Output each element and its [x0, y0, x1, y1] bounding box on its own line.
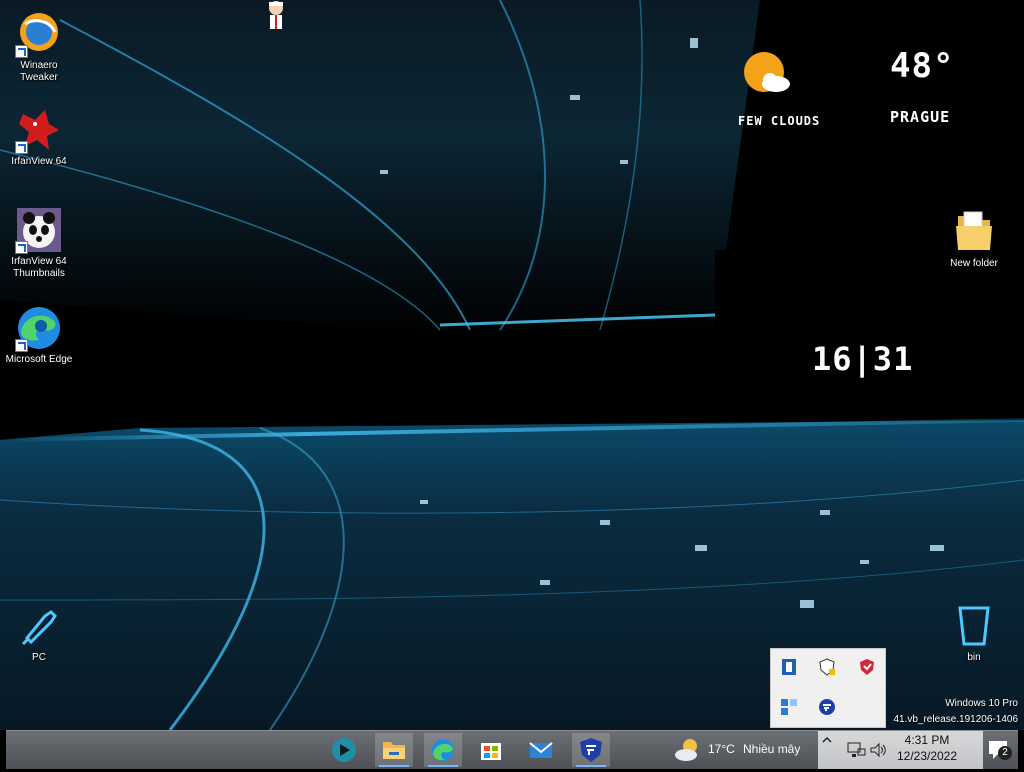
system-tray: 4:31 PM 12/23/2022 — [818, 731, 983, 769]
weather-city: PRAGUE — [890, 108, 951, 126]
desktop-icon-label: New folder — [950, 258, 998, 269]
windows-security-icon[interactable] — [817, 657, 837, 677]
taskbar-mail[interactable] — [522, 733, 560, 767]
weather-widget[interactable]: FEW CLOUDS 48° PRAGUE — [730, 40, 1000, 140]
file-explorer-icon — [383, 742, 405, 759]
desktop-icon-irfanview[interactable]: IrfanView 64 — [0, 106, 78, 168]
taskbar-weather[interactable]: 17°C Nhiều mây — [674, 731, 814, 769]
shortcut-arrow-icon — [15, 241, 28, 254]
desktop-icon-label: Winaero — [20, 60, 58, 71]
network-button[interactable] — [846, 740, 866, 760]
shortcut-arrow-icon — [15, 339, 28, 352]
taskbar: 17°C Nhiều mây 4:31 PM 12/23/2022 2 — [6, 730, 1018, 769]
antivirus-shield-icon[interactable] — [857, 657, 877, 677]
media-play-icon — [332, 738, 356, 762]
volume-button[interactable] — [868, 740, 888, 760]
desktop-icon-winaero-tweaker[interactable]: Winaero Tweaker — [0, 10, 78, 84]
tray-overflow-popup — [770, 648, 886, 728]
taskbar-edge[interactable] — [424, 733, 462, 767]
desktop-icon-label: Thumbnails — [13, 268, 65, 279]
taskbar-file-explorer[interactable] — [375, 733, 413, 767]
speaker-icon — [870, 742, 886, 758]
partly-cloudy-icon — [675, 739, 697, 761]
taskbar-media-player[interactable] — [325, 733, 363, 767]
widgets-tray-icon[interactable] — [779, 697, 799, 717]
desktop-icon-irfanview-thumbnails[interactable]: IrfanView 64 Thumbnails — [0, 206, 78, 280]
desktop-icon-label: IrfanView 64 — [11, 256, 67, 267]
desktop-icon-microsoft-edge[interactable]: Microsoft Edge — [0, 304, 78, 366]
vpn-app-icon — [580, 738, 602, 762]
clock-button[interactable]: 4:31 PM 12/23/2022 — [890, 731, 964, 769]
watermark-edition: Windows 10 Pro — [945, 698, 1018, 709]
weather-temp-label: 17°C — [708, 742, 735, 756]
vpn-shield-icon[interactable] — [817, 697, 837, 717]
weather-desc-label: Nhiều mây — [743, 742, 801, 756]
taskbar-microsoft-store[interactable] — [472, 733, 510, 767]
irfanview-thumbnails-icon — [15, 206, 63, 254]
app-tray-icon[interactable] — [779, 657, 799, 677]
desktop-icon-label: IrfanView 64 — [11, 156, 67, 167]
sun-cloud-icon — [744, 52, 790, 92]
winaero-tweaker-icon — [15, 10, 63, 58]
desktop-icon-new-folder[interactable]: New folder — [935, 208, 1013, 270]
weather-condition: FEW CLOUDS — [738, 114, 821, 128]
shortcut-arrow-icon — [15, 141, 28, 154]
action-center-button[interactable]: 2 — [986, 737, 1012, 763]
irfanview-icon — [15, 106, 63, 154]
desktop-icon-label: PC — [32, 652, 46, 663]
watermark-build: 41.vb_release.191206-1406 — [893, 714, 1018, 725]
show-hidden-icons-button[interactable] — [820, 733, 834, 747]
desktop-icon-label: bin — [967, 652, 981, 663]
desktop-icon-label: Microsoft Edge — [5, 354, 73, 365]
store-icon — [481, 743, 501, 760]
shortcut-arrow-icon — [15, 45, 28, 58]
edge-icon — [15, 304, 63, 352]
notification-count: 2 — [998, 746, 1012, 760]
recycle-bin-icon — [950, 602, 998, 650]
desktop-figure-icon[interactable] — [264, 0, 288, 32]
clock-date: 12/23/2022 — [896, 749, 958, 763]
chevron-up-icon — [822, 736, 832, 743]
taskbar-vpn-app[interactable] — [572, 733, 610, 767]
pc-icon — [15, 602, 63, 650]
edge-icon — [432, 739, 454, 761]
desktop-icon-label: Tweaker — [20, 72, 58, 83]
folder-icon — [950, 208, 998, 256]
clock-time: 4:31 PM — [904, 733, 950, 747]
weather-temperature: 48° — [890, 46, 955, 86]
mail-icon — [529, 742, 553, 758]
clock-widget[interactable]: 16|31 — [812, 340, 913, 378]
network-icon — [847, 742, 866, 757]
desktop-icon-pc[interactable]: PC — [0, 602, 78, 664]
desktop-icon-bin[interactable]: bin — [935, 602, 1013, 664]
